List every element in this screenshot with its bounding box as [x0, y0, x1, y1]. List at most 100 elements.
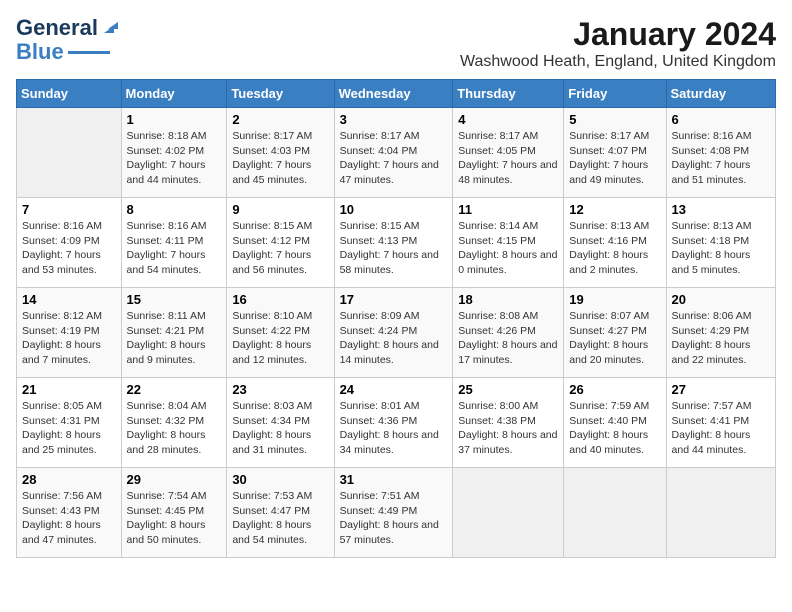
calendar-cell: 11 Sunrise: 8:14 AM Sunset: 4:15 PM Dayl… [453, 198, 564, 288]
calendar-cell: 9 Sunrise: 8:15 AM Sunset: 4:12 PM Dayli… [227, 198, 334, 288]
sunset-text: Sunset: 4:21 PM [127, 324, 222, 339]
day-number: 10 [340, 202, 448, 217]
calendar-cell: 13 Sunrise: 8:13 AM Sunset: 4:18 PM Dayl… [666, 198, 775, 288]
daylight-text: Daylight: 8 hours and 14 minutes. [340, 338, 448, 367]
day-number: 27 [672, 382, 770, 397]
sunrise-text: Sunrise: 8:05 AM [22, 399, 116, 414]
day-info: Sunrise: 7:59 AM Sunset: 4:40 PM Dayligh… [569, 399, 660, 458]
day-info: Sunrise: 8:12 AM Sunset: 4:19 PM Dayligh… [22, 309, 116, 368]
daylight-text: Daylight: 8 hours and 31 minutes. [232, 428, 328, 457]
sunset-text: Sunset: 4:07 PM [569, 144, 660, 159]
sunrise-text: Sunrise: 8:15 AM [340, 219, 448, 234]
col-sunday: Sunday [17, 80, 122, 108]
calendar-cell: 25 Sunrise: 8:00 AM Sunset: 4:38 PM Dayl… [453, 378, 564, 468]
sunrise-text: Sunrise: 8:13 AM [672, 219, 770, 234]
calendar-cell: 15 Sunrise: 8:11 AM Sunset: 4:21 PM Dayl… [121, 288, 227, 378]
day-number: 3 [340, 112, 448, 127]
calendar-cell: 23 Sunrise: 8:03 AM Sunset: 4:34 PM Dayl… [227, 378, 334, 468]
day-info: Sunrise: 8:13 AM Sunset: 4:16 PM Dayligh… [569, 219, 660, 278]
sunrise-text: Sunrise: 8:16 AM [127, 219, 222, 234]
day-info: Sunrise: 8:15 AM Sunset: 4:12 PM Dayligh… [232, 219, 328, 278]
day-number: 8 [127, 202, 222, 217]
sunset-text: Sunset: 4:36 PM [340, 414, 448, 429]
col-wednesday: Wednesday [334, 80, 453, 108]
sunrise-text: Sunrise: 8:08 AM [458, 309, 558, 324]
calendar-cell: 22 Sunrise: 8:04 AM Sunset: 4:32 PM Dayl… [121, 378, 227, 468]
calendar-cell: 7 Sunrise: 8:16 AM Sunset: 4:09 PM Dayli… [17, 198, 122, 288]
calendar-table: Sunday Monday Tuesday Wednesday Thursday… [16, 79, 776, 558]
day-info: Sunrise: 8:01 AM Sunset: 4:36 PM Dayligh… [340, 399, 448, 458]
daylight-text: Daylight: 8 hours and 34 minutes. [340, 428, 448, 457]
day-number: 20 [672, 292, 770, 307]
sunset-text: Sunset: 4:19 PM [22, 324, 116, 339]
sunrise-text: Sunrise: 8:18 AM [127, 129, 222, 144]
calendar-cell: 16 Sunrise: 8:10 AM Sunset: 4:22 PM Dayl… [227, 288, 334, 378]
day-number: 26 [569, 382, 660, 397]
day-info: Sunrise: 7:56 AM Sunset: 4:43 PM Dayligh… [22, 489, 116, 548]
daylight-text: Daylight: 7 hours and 47 minutes. [340, 158, 448, 187]
day-number: 23 [232, 382, 328, 397]
day-number: 9 [232, 202, 328, 217]
day-info: Sunrise: 7:54 AM Sunset: 4:45 PM Dayligh… [127, 489, 222, 548]
col-friday: Friday [564, 80, 666, 108]
col-tuesday: Tuesday [227, 80, 334, 108]
daylight-text: Daylight: 8 hours and 25 minutes. [22, 428, 116, 457]
sunrise-text: Sunrise: 7:56 AM [22, 489, 116, 504]
col-saturday: Saturday [666, 80, 775, 108]
sunrise-text: Sunrise: 8:16 AM [672, 129, 770, 144]
calendar-cell: 21 Sunrise: 8:05 AM Sunset: 4:31 PM Dayl… [17, 378, 122, 468]
daylight-text: Daylight: 8 hours and 9 minutes. [127, 338, 222, 367]
calendar-cell: 10 Sunrise: 8:15 AM Sunset: 4:13 PM Dayl… [334, 198, 453, 288]
calendar-header-row: Sunday Monday Tuesday Wednesday Thursday… [17, 80, 776, 108]
daylight-text: Daylight: 7 hours and 44 minutes. [127, 158, 222, 187]
calendar-week-row: 14 Sunrise: 8:12 AM Sunset: 4:19 PM Dayl… [17, 288, 776, 378]
day-info: Sunrise: 8:16 AM Sunset: 4:11 PM Dayligh… [127, 219, 222, 278]
day-info: Sunrise: 8:09 AM Sunset: 4:24 PM Dayligh… [340, 309, 448, 368]
calendar-week-row: 28 Sunrise: 7:56 AM Sunset: 4:43 PM Dayl… [17, 468, 776, 558]
subtitle: Washwood Heath, England, United Kingdom [460, 53, 776, 71]
sunset-text: Sunset: 4:27 PM [569, 324, 660, 339]
day-info: Sunrise: 7:53 AM Sunset: 4:47 PM Dayligh… [232, 489, 328, 548]
sunset-text: Sunset: 4:05 PM [458, 144, 558, 159]
calendar-cell: 14 Sunrise: 8:12 AM Sunset: 4:19 PM Dayl… [17, 288, 122, 378]
calendar-cell: 12 Sunrise: 8:13 AM Sunset: 4:16 PM Dayl… [564, 198, 666, 288]
day-number: 5 [569, 112, 660, 127]
sunset-text: Sunset: 4:34 PM [232, 414, 328, 429]
sunrise-text: Sunrise: 8:15 AM [232, 219, 328, 234]
page-header: General Blue January 2024 Washwood Heath… [16, 16, 776, 71]
daylight-text: Daylight: 7 hours and 48 minutes. [458, 158, 558, 187]
daylight-text: Daylight: 7 hours and 53 minutes. [22, 248, 116, 277]
day-info: Sunrise: 8:17 AM Sunset: 4:03 PM Dayligh… [232, 129, 328, 188]
day-info: Sunrise: 8:17 AM Sunset: 4:05 PM Dayligh… [458, 129, 558, 188]
daylight-text: Daylight: 7 hours and 51 minutes. [672, 158, 770, 187]
sunset-text: Sunset: 4:47 PM [232, 504, 328, 519]
day-number: 19 [569, 292, 660, 307]
calendar-cell: 4 Sunrise: 8:17 AM Sunset: 4:05 PM Dayli… [453, 108, 564, 198]
main-title: January 2024 [460, 16, 776, 53]
sunset-text: Sunset: 4:15 PM [458, 234, 558, 249]
daylight-text: Daylight: 8 hours and 22 minutes. [672, 338, 770, 367]
day-number: 17 [340, 292, 448, 307]
calendar-cell: 1 Sunrise: 8:18 AM Sunset: 4:02 PM Dayli… [121, 108, 227, 198]
sunrise-text: Sunrise: 8:06 AM [672, 309, 770, 324]
sunrise-text: Sunrise: 8:16 AM [22, 219, 116, 234]
day-number: 15 [127, 292, 222, 307]
calendar-cell [17, 108, 122, 198]
sunset-text: Sunset: 4:29 PM [672, 324, 770, 339]
calendar-cell: 26 Sunrise: 7:59 AM Sunset: 4:40 PM Dayl… [564, 378, 666, 468]
calendar-cell: 24 Sunrise: 8:01 AM Sunset: 4:36 PM Dayl… [334, 378, 453, 468]
logo-blue-text: Blue [16, 40, 64, 64]
sunset-text: Sunset: 4:18 PM [672, 234, 770, 249]
day-number: 24 [340, 382, 448, 397]
daylight-text: Daylight: 8 hours and 20 minutes. [569, 338, 660, 367]
daylight-text: Daylight: 8 hours and 12 minutes. [232, 338, 328, 367]
day-info: Sunrise: 7:51 AM Sunset: 4:49 PM Dayligh… [340, 489, 448, 548]
calendar-cell: 28 Sunrise: 7:56 AM Sunset: 4:43 PM Dayl… [17, 468, 122, 558]
day-info: Sunrise: 8:18 AM Sunset: 4:02 PM Dayligh… [127, 129, 222, 188]
daylight-text: Daylight: 8 hours and 7 minutes. [22, 338, 116, 367]
daylight-text: Daylight: 8 hours and 50 minutes. [127, 518, 222, 547]
sunrise-text: Sunrise: 7:59 AM [569, 399, 660, 414]
day-number: 6 [672, 112, 770, 127]
calendar-cell: 18 Sunrise: 8:08 AM Sunset: 4:26 PM Dayl… [453, 288, 564, 378]
sunset-text: Sunset: 4:03 PM [232, 144, 328, 159]
